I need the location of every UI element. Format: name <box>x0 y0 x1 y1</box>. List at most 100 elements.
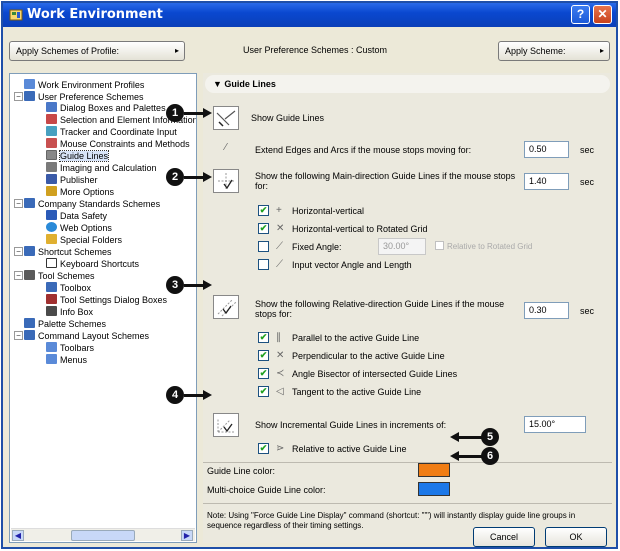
relative-direction-input[interactable]: 0.30 <box>524 302 569 319</box>
window-title: Work Environment <box>27 7 163 22</box>
callout-arrowhead <box>203 172 212 182</box>
tree-root[interactable]: Work Environment Profiles <box>24 79 144 90</box>
profiles-icon <box>24 79 35 89</box>
tree-item-special-folders[interactable]: Special Folders <box>46 234 122 245</box>
tree-item-palette-schemes[interactable]: Palette Schemes <box>24 318 106 329</box>
incremental-icon[interactable] <box>213 413 239 437</box>
tree-item-web-options[interactable]: Web Options <box>46 222 112 233</box>
incremental-input[interactable]: 15.00° <box>524 416 586 433</box>
tree-item-tool-schemes[interactable]: Tool Schemes <box>24 270 95 281</box>
tangent-checkbox[interactable]: ✔ <box>258 386 269 397</box>
multi-choice-color-swatch[interactable] <box>418 482 450 496</box>
fixed-angle-checkbox[interactable] <box>258 241 269 252</box>
relative-to-rotated-grid-label: Relative to Rotated Grid <box>447 242 533 251</box>
relative-to-rotated-grid-checkbox[interactable] <box>435 241 444 250</box>
tools-icon <box>24 270 35 280</box>
publisher-icon <box>46 174 57 184</box>
tree-item-more-options[interactable]: More Options <box>46 186 114 197</box>
tree-item-imaging[interactable]: Imaging and Calculation <box>46 162 157 173</box>
collapse-toggle[interactable]: − <box>14 92 23 101</box>
tree-item-guide-lines[interactable]: Guide Lines <box>46 150 110 162</box>
horizontal-scrollbar[interactable]: ◀ ▶ <box>11 528 195 541</box>
fixed-angle-icon: ⟋ <box>276 241 283 252</box>
scroll-right-button[interactable]: ▶ <box>181 530 193 541</box>
horizontal-vertical-checkbox[interactable]: ✔ <box>258 205 269 216</box>
callout-arrow <box>184 394 204 397</box>
collapse-toggle[interactable]: − <box>14 271 23 280</box>
relative-active-checkbox[interactable]: ✔ <box>258 443 269 454</box>
guide-line-color-swatch[interactable] <box>418 463 450 477</box>
extend-edges-input[interactable]: 0.50 <box>524 141 569 158</box>
close-button[interactable]: ✕ <box>593 5 612 24</box>
help-button[interactable]: ? <box>571 5 590 24</box>
callout-arrow <box>184 284 204 287</box>
tree-item-toolbox[interactable]: Toolbox <box>46 282 91 293</box>
rotated-grid-checkbox[interactable]: ✔ <box>258 223 269 234</box>
scheme-folder-icon <box>24 330 35 340</box>
tree-item-tracker[interactable]: Tracker and Coordinate Input <box>46 126 177 137</box>
multi-choice-color-label: Multi-choice Guide Line color: <box>207 485 326 495</box>
tree-item-keyboard-shortcuts[interactable]: Keyboard Shortcuts <box>46 258 139 269</box>
scroll-left-button[interactable]: ◀ <box>12 530 24 541</box>
tree-item-info-box[interactable]: Info Box <box>46 306 93 317</box>
globe-icon <box>46 222 57 232</box>
tree-item-mouse[interactable]: Mouse Constraints and Methods <box>46 138 190 149</box>
work-environment-icon <box>9 9 23 21</box>
perpendicular-checkbox[interactable]: ✔ <box>258 350 269 361</box>
input-vector-checkbox[interactable] <box>258 259 269 270</box>
toolbox-icon <box>46 282 57 292</box>
main-direction-icon[interactable] <box>213 169 239 193</box>
callout-arrow <box>458 436 482 439</box>
callout-arrowhead <box>203 390 212 400</box>
callout-marker: 3 <box>166 276 184 294</box>
tree-item-company-standards[interactable]: Company Standards Schemes <box>24 198 160 209</box>
scroll-thumb[interactable] <box>71 530 135 541</box>
selection-icon <box>46 114 57 124</box>
tree-item-menus[interactable]: Menus <box>46 354 87 365</box>
main-direction-label-2: for: <box>255 181 269 191</box>
title-bar: Work Environment ? ✕ <box>3 3 616 27</box>
profile-tree[interactable]: Work Environment Profiles − User Prefere… <box>9 73 197 543</box>
tangent-icon: ◁ <box>276 386 284 397</box>
parallel-label: Parallel to the active Guide Line <box>292 333 420 343</box>
tree-item-shortcut-schemes[interactable]: Shortcut Schemes <box>24 246 112 257</box>
callout-arrow <box>184 112 204 115</box>
angle-bisector-label: Angle Bisector of intersected Guide Line… <box>292 369 458 379</box>
apply-scheme-label: Apply Scheme: <box>505 46 566 56</box>
apply-schemes-of-profile-button[interactable]: Apply Schemes of Profile: ▸ <box>9 41 185 61</box>
relative-direction-label-2: stops for: <box>255 309 293 319</box>
input-vector-icon: ⟋ <box>276 259 283 270</box>
tree-item-publisher[interactable]: Publisher <box>46 174 98 185</box>
cancel-button[interactable]: Cancel <box>473 527 535 547</box>
ok-button[interactable]: OK <box>545 527 607 547</box>
parallel-checkbox[interactable]: ✔ <box>258 332 269 343</box>
dialog-content: Apply Schemes of Profile: ▸ User Prefere… <box>3 27 616 547</box>
apply-schemes-of-profile-label: Apply Schemes of Profile: <box>16 46 120 56</box>
apply-scheme-button[interactable]: Apply Scheme: ▸ <box>498 41 610 61</box>
tree-item-dialog-boxes[interactable]: Dialog Boxes and Palettes <box>46 102 166 113</box>
callout-marker: 2 <box>166 168 184 186</box>
relative-direction-icon[interactable] <box>213 295 239 319</box>
callout-arrow <box>184 176 204 179</box>
relative-direction-label-1: Show the following Relative-direction Gu… <box>255 299 505 309</box>
show-guide-lines-toggle-icon[interactable] <box>213 106 239 130</box>
tree-item-command-layout[interactable]: Command Layout Schemes <box>24 330 149 341</box>
collapse-toggle[interactable]: − <box>14 199 23 208</box>
tree-item-tool-settings[interactable]: Tool Settings Dialog Boxes <box>46 294 167 305</box>
collapse-toggle[interactable]: − <box>14 247 23 256</box>
tracker-icon <box>46 126 57 136</box>
main-direction-input[interactable]: 1.40 <box>524 173 569 190</box>
callout-marker: 4 <box>166 386 184 404</box>
angle-bisector-checkbox[interactable]: ✔ <box>258 368 269 379</box>
tree-item-toolbars[interactable]: Toolbars <box>46 342 94 353</box>
input-vector-label: Input vector Angle and Length <box>292 260 412 270</box>
menus-icon <box>46 354 57 364</box>
tree-item-user-preference-schemes[interactable]: User Preference Schemes <box>24 91 144 102</box>
tree-item-data-safety[interactable]: Data Safety <box>46 210 107 221</box>
collapse-toggle[interactable]: − <box>14 331 23 340</box>
relative-active-icon: ⋗ <box>276 443 285 454</box>
section-header[interactable]: ▼ Guide Lines <box>205 75 610 93</box>
section-divider <box>203 503 612 504</box>
fixed-angle-input[interactable]: 30.00° <box>378 238 426 255</box>
folder-icon <box>46 234 57 244</box>
